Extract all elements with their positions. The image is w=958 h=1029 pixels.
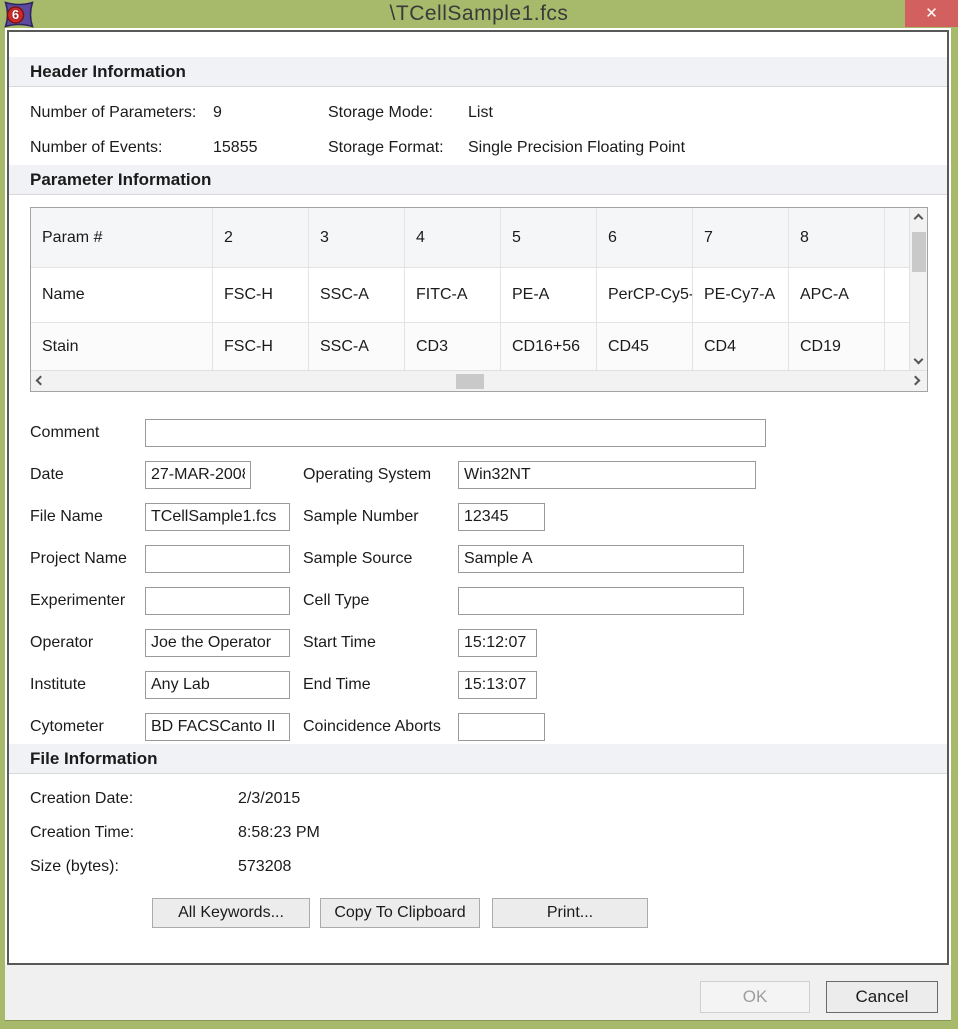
scroll-right-icon[interactable] [909, 372, 927, 392]
vertical-scroll-thumb[interactable] [912, 232, 926, 272]
param-number-cell: 2 [213, 208, 309, 268]
operator-label: Operator [30, 629, 93, 657]
num-events-value: 15855 [213, 130, 328, 165]
parameter-table: Param # 2 3 4 5 6 7 8 Name FSC-H SSC-A F… [30, 207, 928, 392]
institute-field[interactable] [145, 671, 290, 699]
date-field[interactable] [145, 461, 251, 489]
project-name-label: Project Name [30, 545, 127, 573]
end-time-field[interactable] [458, 671, 537, 699]
header-info-grid: Number of Parameters: 9 Storage Mode: Li… [9, 87, 947, 165]
name-cell: FITC-A [405, 268, 501, 323]
creation-time-label: Creation Time: [30, 816, 238, 850]
comment-label: Comment [30, 419, 99, 447]
sample-number-field[interactable] [458, 503, 545, 531]
scroll-left-icon[interactable] [31, 372, 49, 392]
close-icon[interactable]: ✕ [905, 0, 958, 27]
row-header-stain: Stain [31, 323, 213, 370]
dialog-window: 6 \TCellSample1.fcs ✕ Header Information… [0, 0, 958, 1029]
table-vertical-scrollbar[interactable] [909, 208, 927, 370]
storage-format-label: Storage Format: [328, 130, 468, 165]
dialog-client-area: Header Information Number of Parameters:… [5, 28, 951, 1021]
storage-format-value: Single Precision Floating Point [468, 130, 947, 165]
all-keywords-button[interactable]: All Keywords... [152, 898, 310, 928]
start-time-field[interactable] [458, 629, 537, 657]
stain-cell: CD19 [789, 323, 885, 370]
row-header-name: Name [31, 268, 213, 323]
print-button[interactable]: Print... [492, 898, 648, 928]
sample-source-label: Sample Source [303, 545, 412, 573]
end-time-label: End Time [303, 671, 371, 699]
project-name-field[interactable] [145, 545, 290, 573]
cytometer-field[interactable] [145, 713, 290, 741]
param-number-cell: 4 [405, 208, 501, 268]
operating-system-field[interactable] [458, 461, 756, 489]
sample-number-label: Sample Number [303, 503, 419, 531]
section-header-information: Header Information [9, 57, 947, 87]
operating-system-label: Operating System [303, 461, 431, 489]
coincidence-aborts-label: Coincidence Aborts [303, 713, 441, 741]
stain-cell: CD3 [405, 323, 501, 370]
dialog-footer: OK Cancel [5, 965, 951, 1021]
window-title: \TCellSample1.fcs [0, 0, 958, 28]
section-parameter-information: Parameter Information [9, 165, 947, 195]
param-number-cell: 7 [693, 208, 789, 268]
stain-cell: CD4 [693, 323, 789, 370]
start-time-label: Start Time [303, 629, 376, 657]
file-info-grid: Creation Date: 2/3/2015 Creation Time: 8… [9, 774, 947, 884]
creation-date-label: Creation Date: [30, 782, 238, 816]
cell-type-field[interactable] [458, 587, 744, 615]
creation-time-value: 8:58:23 PM [238, 816, 947, 850]
param-number-cell: 6 [597, 208, 693, 268]
file-name-label: File Name [30, 503, 103, 531]
name-cell: SSC-A [309, 268, 405, 323]
table-row-param-number: Param # 2 3 4 5 6 7 8 [31, 208, 927, 268]
table-row-stain: Stain FSC-H SSC-A CD3 CD16+56 CD45 CD4 C… [31, 323, 927, 370]
size-bytes-value: 573208 [238, 850, 947, 884]
num-parameters-value: 9 [213, 95, 328, 130]
num-events-label: Number of Events: [30, 130, 213, 165]
stain-cell: SSC-A [309, 323, 405, 370]
param-number-cell: 8 [789, 208, 885, 268]
dialog-panel: Header Information Number of Parameters:… [7, 30, 949, 965]
num-parameters-label: Number of Parameters: [30, 95, 213, 130]
param-number-cell: 5 [501, 208, 597, 268]
storage-mode-label: Storage Mode: [328, 95, 468, 130]
table-row-name: Name FSC-H SSC-A FITC-A PE-A PerCP-Cy5-5… [31, 268, 927, 323]
name-cell: PerCP-Cy5-5 [597, 268, 693, 323]
experimenter-field[interactable] [145, 587, 290, 615]
scroll-down-icon[interactable] [910, 352, 928, 370]
scroll-up-icon[interactable] [910, 208, 928, 226]
stain-cell: CD16+56 [501, 323, 597, 370]
action-button-row: All Keywords... Copy To Clipboard Print.… [9, 898, 947, 928]
cytometer-label: Cytometer [30, 713, 104, 741]
name-cell: APC-A [789, 268, 885, 323]
name-cell: FSC-H [213, 268, 309, 323]
stain-cell: CD45 [597, 323, 693, 370]
operator-field[interactable] [145, 629, 290, 657]
sample-source-field[interactable] [458, 545, 744, 573]
section-file-information: File Information [9, 744, 947, 774]
storage-mode-value: List [468, 95, 947, 130]
ok-button[interactable]: OK [700, 981, 810, 1013]
keyword-form: Comment Date Operating System File Name … [9, 410, 947, 744]
cell-type-label: Cell Type [303, 587, 369, 615]
table-horizontal-scrollbar[interactable] [31, 370, 927, 391]
creation-date-value: 2/3/2015 [238, 782, 947, 816]
file-name-field[interactable] [145, 503, 290, 531]
institute-label: Institute [30, 671, 86, 699]
size-bytes-label: Size (bytes): [30, 850, 238, 884]
stain-cell: FSC-H [213, 323, 309, 370]
cancel-button[interactable]: Cancel [826, 981, 938, 1013]
copy-to-clipboard-button[interactable]: Copy To Clipboard [320, 898, 480, 928]
name-cell: PE-A [501, 268, 597, 323]
coincidence-aborts-field[interactable] [458, 713, 545, 741]
name-cell: PE-Cy7-A [693, 268, 789, 323]
date-label: Date [30, 461, 64, 489]
experimenter-label: Experimenter [30, 587, 125, 615]
row-header-param: Param # [31, 208, 213, 268]
comment-field[interactable] [145, 419, 766, 447]
param-number-cell: 3 [309, 208, 405, 268]
horizontal-scroll-thumb[interactable] [456, 374, 484, 389]
titlebar: 6 \TCellSample1.fcs ✕ [0, 0, 958, 28]
